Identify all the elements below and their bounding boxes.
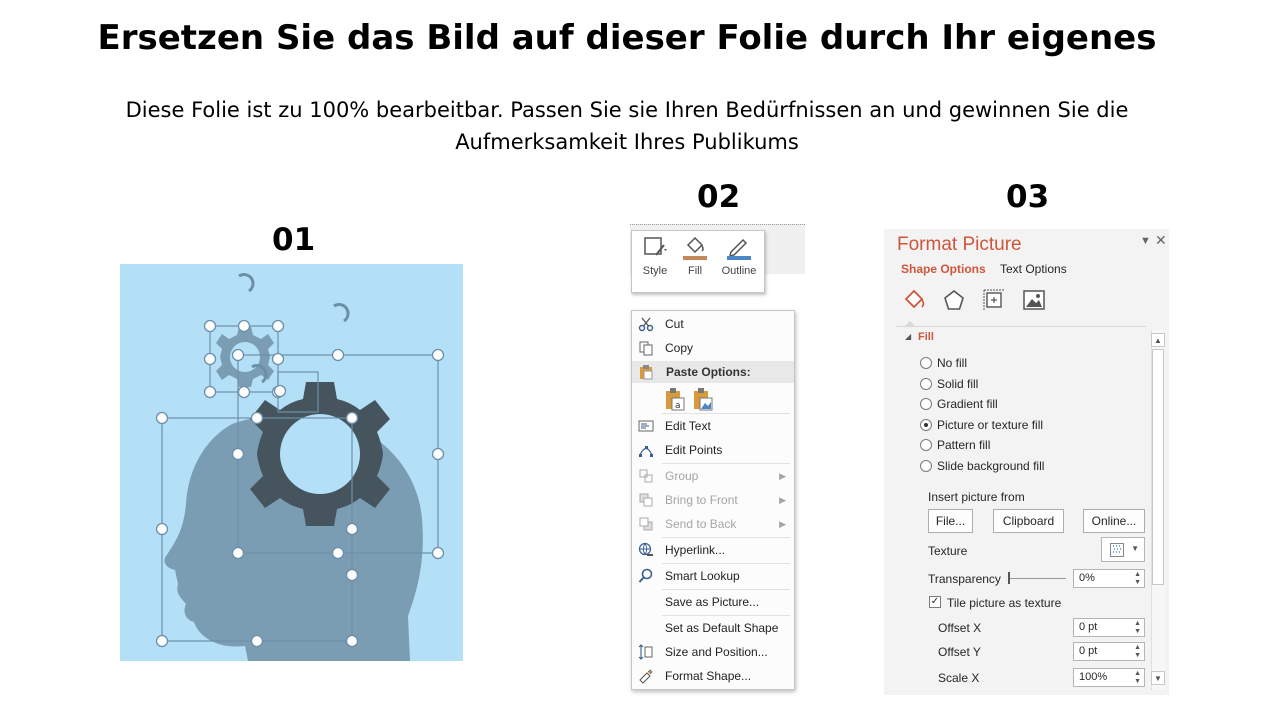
style-icon	[644, 237, 667, 256]
transparency-slider-thumb[interactable]	[1008, 572, 1010, 584]
paste-options-header: Paste Options:	[632, 361, 794, 383]
menu-format-shape[interactable]: Format Shape...	[632, 664, 794, 688]
clipboard-icon	[640, 365, 653, 380]
paste-keep-text-button[interactable]: a	[664, 387, 686, 414]
tab-shape-options[interactable]: Shape Options	[901, 262, 986, 276]
tile-label: Tile picture as texture	[947, 596, 1062, 610]
offset-y-label: Offset Y	[938, 645, 981, 659]
submenu-arrow-icon: ▶	[779, 519, 786, 529]
scroll-down-icon[interactable]: ▼	[1151, 671, 1165, 685]
head-gears-illustration[interactable]	[120, 264, 463, 661]
tab-text-options[interactable]: Text Options	[1000, 262, 1067, 276]
file-button[interactable]: File...	[928, 509, 973, 533]
menu-bring-to-front[interactable]: Bring to Front ▶	[632, 488, 794, 512]
menu-edit-points[interactable]: Edit Points	[632, 438, 794, 462]
svg-text:a: a	[675, 401, 681, 411]
clipboard-button[interactable]: Clipboard	[993, 509, 1064, 533]
menu-edit-text[interactable]: Edit Text	[632, 414, 794, 438]
group-icon	[639, 469, 653, 483]
paste-picture-icon	[694, 388, 713, 411]
transparency-label: Transparency	[928, 572, 1001, 586]
submenu-arrow-icon: ▶	[779, 471, 786, 481]
scroll-up-icon[interactable]: ▲	[1151, 333, 1165, 347]
scale-x-label: Scale X	[938, 671, 980, 685]
radio-circle[interactable]	[920, 460, 932, 472]
pane-title: Format Picture	[897, 234, 1022, 255]
menu-copy[interactable]: Copy	[632, 336, 794, 360]
bring-to-front-icon	[639, 493, 653, 507]
outline-button[interactable]: Outline	[718, 235, 760, 277]
effects-pentagon-icon[interactable]	[941, 287, 967, 313]
spinner-arrows-icon[interactable]: ▲ ▼	[1134, 571, 1141, 587]
offset-x-input[interactable]: 0 pt ▲ ▼	[1073, 618, 1145, 637]
section-fill-header[interactable]: Fill	[918, 331, 934, 343]
submenu-arrow-icon: ▶	[779, 495, 786, 505]
texture-swatch-icon	[1110, 543, 1124, 557]
pane-options-dropdown-icon[interactable]: ▼	[1140, 235, 1151, 247]
slide-subtitle: Diese Folie ist zu 100% bearbeitbar. Pas…	[80, 94, 1174, 158]
mini-toolbar: Style Fill Outline	[631, 230, 765, 293]
offset-y-input[interactable]: 0 pt ▲ ▼	[1073, 642, 1145, 661]
style-button[interactable]: Style	[634, 235, 676, 277]
format-shape-icon	[639, 669, 653, 684]
edit-text-icon	[638, 420, 654, 432]
paint-bucket-icon	[683, 236, 707, 260]
radio-circle-selected[interactable]	[920, 419, 932, 431]
scissors-icon	[638, 317, 654, 332]
menu-save-as-picture[interactable]: Save as Picture...	[632, 590, 794, 614]
fill-line-icon[interactable]	[901, 287, 927, 313]
send-to-back-icon	[639, 517, 653, 531]
step-number-01: 01	[272, 222, 316, 258]
close-icon[interactable]: ✕	[1155, 232, 1167, 249]
menu-cut[interactable]: Cut	[632, 312, 794, 336]
texture-label: Texture	[928, 544, 968, 558]
fill-button[interactable]: Fill	[674, 235, 716, 277]
menu-size-position[interactable]: Size and Position...	[632, 640, 794, 664]
search-icon	[638, 568, 653, 583]
spinner-arrows-icon[interactable]: ▲ ▼	[1134, 620, 1141, 636]
pane-divider	[896, 326, 1146, 327]
edit-points-icon	[639, 446, 653, 457]
menu-send-to-back[interactable]: Send to Back ▶	[632, 512, 794, 536]
scrollbar-thumb[interactable]	[1152, 349, 1164, 585]
menu-group[interactable]: Group ▶	[632, 464, 794, 488]
paste-text-icon: a	[666, 388, 685, 411]
paste-picture-button[interactable]	[692, 387, 714, 414]
radio-circle[interactable]	[920, 357, 932, 369]
context-menu: Cut Copy Paste Options: a Edit Text Edit…	[631, 310, 795, 690]
hyperlink-globe-icon	[638, 542, 653, 556]
menu-set-default-shape[interactable]: Set as Default Shape	[632, 616, 794, 640]
transparency-slider-track[interactable]	[1010, 578, 1066, 579]
scale-x-input[interactable]: 100% ▲ ▼	[1073, 668, 1145, 687]
chevron-down-icon: ▼	[1131, 544, 1139, 553]
collapse-triangle-icon[interactable]: ◢	[905, 332, 911, 341]
texture-dropdown[interactable]: ▼	[1101, 537, 1145, 562]
menu-hyperlink[interactable]: Hyperlink...	[632, 538, 794, 562]
tile-checkbox[interactable]: ✓	[929, 596, 941, 608]
radio-circle[interactable]	[920, 439, 932, 451]
spinner-arrows-icon[interactable]: ▲ ▼	[1134, 644, 1141, 660]
insert-picture-from-label: Insert picture from	[928, 490, 1025, 504]
menu-smart-lookup[interactable]: Smart Lookup	[632, 564, 794, 588]
format-picture-pane: Format Picture ▼ ✕ Shape Options Text Op…	[884, 229, 1169, 695]
size-position-icon	[638, 644, 653, 660]
size-properties-icon[interactable]	[981, 287, 1007, 313]
offset-x-label: Offset X	[938, 621, 982, 635]
subtitle-line-1: Diese Folie ist zu 100% bearbeitbar. Pas…	[125, 98, 1129, 122]
transparency-input[interactable]: 0% ▲ ▼	[1073, 569, 1145, 588]
picture-icon[interactable]	[1021, 287, 1047, 313]
radio-circle[interactable]	[920, 378, 932, 390]
head-gears-svg	[155, 273, 445, 661]
radio-circle[interactable]	[920, 398, 932, 410]
pen-outline-icon	[727, 238, 751, 260]
subtitle-line-2: Aufmerksamkeit Ihres Publikums	[455, 130, 799, 154]
online-button[interactable]: Online...	[1083, 509, 1145, 533]
step-number-03: 03	[1006, 179, 1050, 215]
slide-title: Ersetzen Sie das Bild auf dieser Folie d…	[97, 18, 1157, 58]
rotate-handles	[238, 273, 350, 384]
step-number-02: 02	[697, 179, 741, 215]
spinner-arrows-icon[interactable]: ▲ ▼	[1134, 670, 1141, 686]
copy-icon	[639, 341, 653, 356]
